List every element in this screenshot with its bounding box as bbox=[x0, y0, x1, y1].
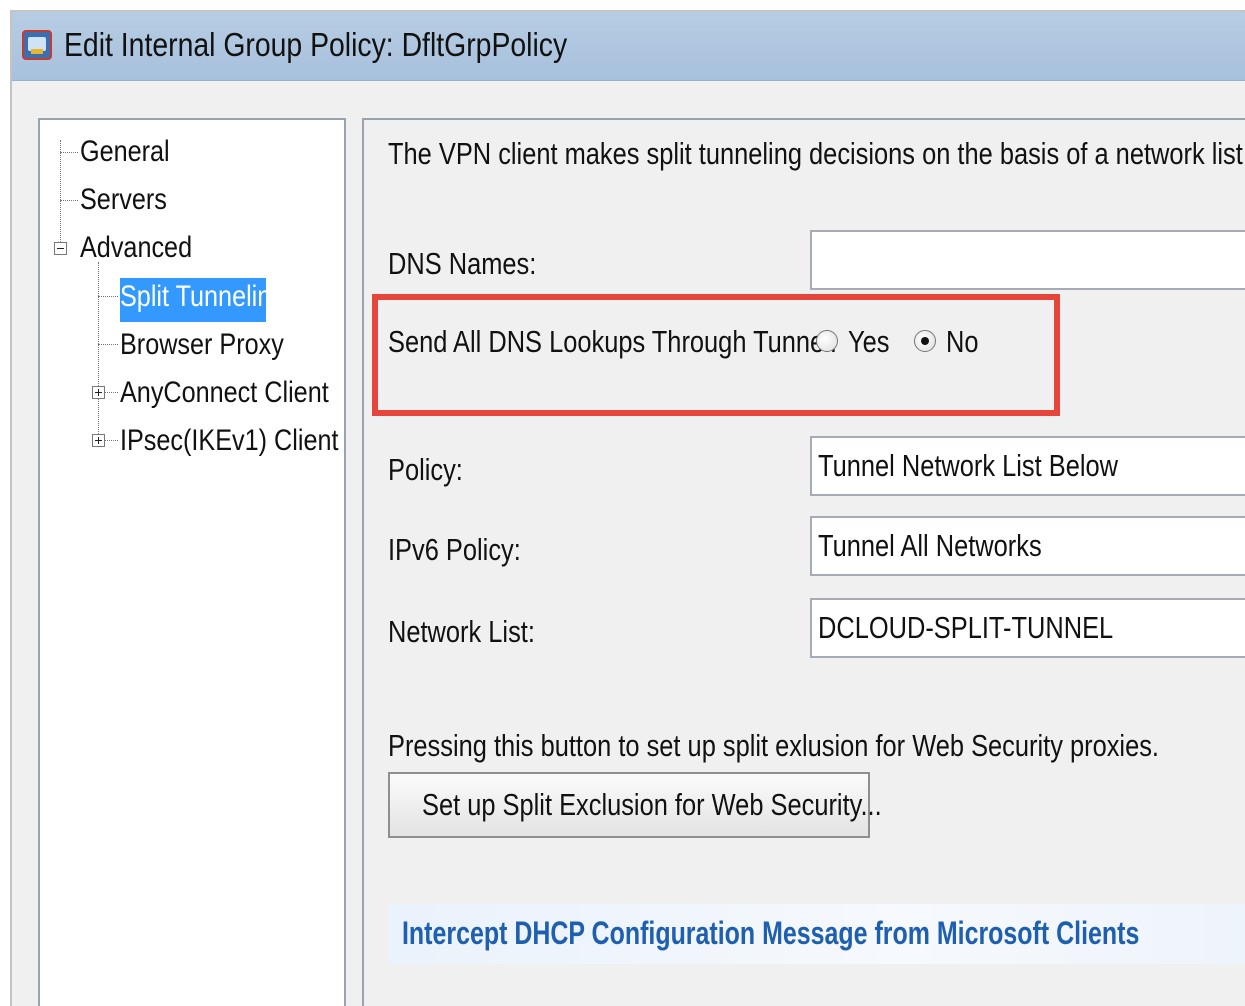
ipv6-policy-label: IPv6 Policy: bbox=[388, 532, 521, 567]
tree-connector bbox=[104, 440, 118, 441]
tree-connector bbox=[104, 392, 118, 393]
dns-names-input[interactable] bbox=[810, 230, 1245, 290]
expand-icon[interactable] bbox=[92, 434, 105, 447]
edit-group-policy-window: Edit Internal Group Policy: DfltGrpPolic… bbox=[10, 10, 1245, 1006]
tree-connector bbox=[60, 200, 78, 201]
tree-connector bbox=[98, 262, 99, 444]
window-title: Edit Internal Group Policy: DfltGrpPolic… bbox=[64, 26, 568, 63]
collapse-icon[interactable] bbox=[54, 242, 67, 255]
ipv6-policy-value: Tunnel All Networks bbox=[818, 528, 1042, 563]
tree-connector bbox=[60, 140, 61, 242]
split-exclusion-button-label: Set up Split Exclusion for Web Security.… bbox=[422, 787, 882, 822]
annotation-highlight-box bbox=[372, 294, 1060, 416]
tree-connector bbox=[98, 344, 118, 345]
dns-names-label: DNS Names: bbox=[388, 246, 537, 281]
panel-description: The VPN client makes split tunneling dec… bbox=[388, 136, 1245, 171]
ipv6-policy-select[interactable]: Tunnel All Networks bbox=[810, 516, 1245, 576]
network-list-label: Network List: bbox=[388, 614, 535, 649]
tree-item-browser-proxy[interactable]: Browser Proxy bbox=[120, 327, 284, 363]
tree-item-servers[interactable]: Servers bbox=[80, 182, 167, 218]
network-list-select[interactable]: DCLOUD-SPLIT-TUNNEL bbox=[810, 598, 1245, 658]
policy-value: Tunnel Network List Below bbox=[818, 448, 1118, 483]
tree-item-anyconnect-client[interactable]: AnyConnect Client bbox=[120, 375, 329, 411]
exclusion-note: Pressing this button to set up split exl… bbox=[388, 728, 1159, 763]
split-exclusion-button[interactable]: Set up Split Exclusion for Web Security.… bbox=[388, 772, 882, 838]
title-bar[interactable]: Edit Internal Group Policy: DfltGrpPolic… bbox=[12, 12, 1245, 81]
tree-item-split-tunneling[interactable]: Split Tunneling bbox=[120, 279, 285, 315]
tree-item-advanced[interactable]: Advanced bbox=[80, 230, 192, 266]
policy-label: Policy: bbox=[388, 452, 463, 487]
dhcp-section-header[interactable]: Intercept DHCP Configuration Message fro… bbox=[388, 904, 1245, 964]
tree-connector bbox=[60, 152, 78, 153]
policy-select[interactable]: Tunnel Network List Below bbox=[810, 436, 1245, 496]
dhcp-section-title[interactable]: Intercept DHCP Configuration Message fro… bbox=[402, 914, 1139, 952]
tree-connector bbox=[98, 296, 118, 297]
group-policy-icon bbox=[22, 30, 52, 60]
tree-item-ipsec-client[interactable]: IPsec(IKEv1) Client bbox=[120, 423, 338, 459]
tree-item-general[interactable]: General bbox=[80, 134, 170, 170]
expand-icon[interactable] bbox=[92, 386, 105, 399]
navigation-tree: General Servers Advanced Split Tunneling… bbox=[38, 118, 346, 1006]
split-tunneling-panel: The VPN client makes split tunneling dec… bbox=[362, 118, 1245, 1006]
network-list-value: DCLOUD-SPLIT-TUNNEL bbox=[818, 610, 1114, 645]
